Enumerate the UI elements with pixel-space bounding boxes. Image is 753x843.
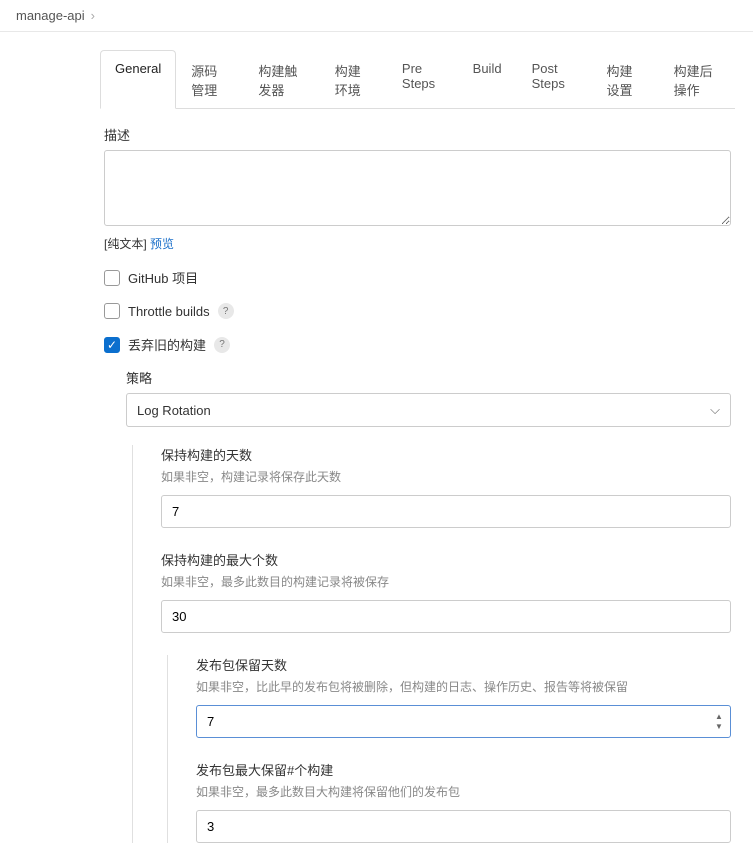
tab-pre-steps[interactable]: Pre Steps	[387, 50, 458, 109]
tab-build[interactable]: Build	[458, 50, 517, 109]
artifact-days-label: 发布包保留天数	[196, 655, 731, 674]
strategy-label: 策略	[126, 368, 731, 387]
tab-post-steps[interactable]: Post Steps	[517, 50, 592, 109]
days-keep-help: 如果非空，构建记录将保存此天数	[161, 468, 731, 485]
throttle-label: Throttle builds	[128, 304, 210, 319]
preview-link[interactable]: 预览	[150, 237, 174, 251]
github-label: GitHub 项目	[128, 268, 198, 287]
spinner-down-icon[interactable]: ▼	[711, 722, 727, 732]
tab-bar: General 源码管理 构建触发器 构建环境 Pre Steps Build …	[100, 50, 735, 109]
help-icon[interactable]: ?	[218, 303, 234, 319]
number-spinner[interactable]: ▲ ▼	[711, 707, 727, 736]
days-keep-label: 保持构建的天数	[161, 445, 731, 464]
artifact-max-label: 发布包最大保留#个构建	[196, 760, 731, 779]
tab-scm[interactable]: 源码管理	[176, 50, 243, 109]
max-keep-label: 保持构建的最大个数	[161, 550, 731, 569]
strategy-value: Log Rotation	[137, 403, 211, 418]
tab-settings[interactable]: 构建设置	[591, 50, 658, 109]
chevron-down-icon: ⌵	[710, 402, 720, 418]
breadcrumb: manage-api ›	[0, 0, 753, 32]
artifact-max-input[interactable]	[196, 810, 731, 843]
tab-triggers[interactable]: 构建触发器	[243, 50, 319, 109]
spinner-up-icon[interactable]: ▲	[711, 712, 727, 722]
artifact-days-input[interactable]	[196, 705, 731, 738]
github-checkbox[interactable]	[104, 270, 120, 286]
breadcrumb-item[interactable]: manage-api	[16, 8, 85, 23]
plaintext-row: [纯文本] 预览	[104, 235, 731, 252]
max-keep-input[interactable]	[161, 600, 731, 633]
description-label: 描述	[104, 125, 731, 144]
tab-postbuild[interactable]: 构建后操作	[659, 50, 735, 109]
tab-env[interactable]: 构建环境	[320, 50, 387, 109]
discard-old-label: 丢弃旧的构建	[128, 335, 206, 354]
throttle-checkbox[interactable]	[104, 303, 120, 319]
description-textarea[interactable]	[104, 150, 731, 226]
max-keep-help: 如果非空，最多此数目的构建记录将被保存	[161, 573, 731, 590]
strategy-select[interactable]: Log Rotation ⌵	[126, 393, 731, 427]
chevron-right-icon: ›	[91, 8, 95, 23]
help-icon[interactable]: ?	[214, 337, 230, 353]
artifact-max-help: 如果非空，最多此数目大构建将保留他们的发布包	[196, 783, 731, 800]
plaintext-prefix: [纯文本]	[104, 237, 150, 251]
tab-general[interactable]: General	[100, 50, 176, 109]
discard-old-checkbox[interactable]	[104, 337, 120, 353]
artifact-days-help: 如果非空，比此早的发布包将被删除，但构建的日志、操作历史、报告等将被保留	[196, 678, 731, 695]
days-keep-input[interactable]	[161, 495, 731, 528]
